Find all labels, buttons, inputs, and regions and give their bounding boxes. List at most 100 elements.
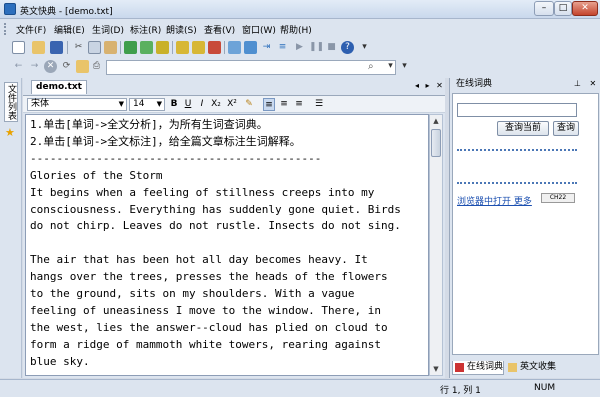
lookup-current-button[interactable]: 查询当前	[497, 121, 549, 136]
book-add-icon[interactable]	[192, 41, 205, 54]
tab-online-dict-label: 在线词典	[467, 362, 504, 372]
book-icon[interactable]	[176, 41, 189, 54]
menu-window[interactable]: 窗口(W)	[242, 23, 276, 36]
file-list-tab[interactable]: 文件列表	[4, 82, 18, 122]
toolbar-overflow-icon[interactable]: ▾	[358, 41, 371, 54]
highlight-icon[interactable]: ✎	[243, 98, 255, 111]
menu-annotate[interactable]: 标注(R)	[130, 23, 161, 36]
maximize-button[interactable]: □	[554, 1, 572, 16]
editor-line: The air that has been hot all day become…	[30, 253, 368, 267]
menu-help[interactable]: 帮助(H)	[280, 23, 312, 36]
minimize-button[interactable]: –	[534, 1, 554, 16]
superscript-button[interactable]: X²	[226, 98, 238, 111]
analyze-icon[interactable]	[124, 41, 137, 54]
dict-tab-icon	[455, 363, 464, 372]
font-select[interactable]: 宋体 ▼	[27, 98, 127, 111]
editor-scrollbar[interactable]: ▲ ▼	[429, 114, 443, 376]
scroll-up-icon[interactable]: ▲	[430, 115, 442, 127]
vocab-icon[interactable]	[156, 41, 169, 54]
editor-line: 2.单击[单词->全文标注]，给全篇文章标注生词解释。	[30, 134, 301, 148]
underline-button[interactable]: U	[182, 98, 194, 111]
editor-line: feeling of uneasiness I move to the wind…	[30, 303, 381, 317]
scroll-down-icon[interactable]: ▼	[430, 363, 442, 375]
pause-icon[interactable]: ❚❚	[309, 41, 324, 54]
divider	[457, 182, 577, 184]
toolbar2-overflow-icon[interactable]: ▾	[398, 60, 411, 73]
annotate-icon[interactable]	[140, 41, 153, 54]
paste-icon[interactable]	[104, 41, 117, 54]
menu-bar: 文件(F) 编辑(E) 生词(D) 标注(R) 朗读(S) 查看(V) 窗口(W…	[0, 19, 600, 38]
editor-line: hangs over the trees, presses the heads …	[30, 270, 388, 284]
lookup-button[interactable]: 查询	[553, 121, 579, 136]
align-center-icon[interactable]: ≡	[278, 98, 290, 111]
align-right-icon[interactable]: ≡	[293, 98, 305, 111]
side-strip: 文件列表 ★	[0, 78, 22, 378]
play-icon[interactable]: ▶	[293, 41, 306, 54]
menu-read[interactable]: 朗读(S)	[166, 23, 197, 36]
search-icon[interactable]: ⌕	[368, 61, 374, 72]
chevron-down-icon: ▼	[156, 100, 162, 108]
app-icon	[4, 3, 16, 15]
open-in-browser-link[interactable]: 浏览器中打开 更多	[457, 194, 532, 207]
online-dict-panel: 在线词典 ⊥ ✕ 查询当前 查询 浏览器中打开 更多 CH22 在线词典 英文收…	[449, 78, 600, 378]
address-input[interactable]	[106, 60, 396, 75]
tab-demo-txt[interactable]: demo.txt	[31, 80, 87, 94]
back-icon[interactable]: ←	[12, 60, 25, 73]
numlock-indicator: NUM	[534, 383, 556, 393]
text-editor[interactable]: 1.单击[单词->全文分析]，为所有生词查词典。 2.单击[单词->全文标注]，给…	[25, 114, 429, 376]
stop-load-icon[interactable]: ✕	[44, 60, 57, 73]
editor-line: do not chirp. Leaves do not rustle. Inse…	[30, 219, 401, 233]
status-bar: 行 1, 列 1 NUM	[0, 379, 600, 397]
subscript-button[interactable]: X₂	[210, 98, 222, 111]
print-icon[interactable]: ⎙	[90, 60, 103, 73]
cut-icon[interactable]: ✂	[72, 41, 85, 54]
book-remove-icon[interactable]	[208, 41, 221, 54]
online-dict-tabs: 在线词典 英文收集	[450, 360, 600, 376]
step-icon[interactable]: ⇥	[260, 41, 273, 54]
help-icon[interactable]: ?	[341, 41, 354, 54]
doc-icon[interactable]	[228, 41, 241, 54]
align-icon[interactable]	[244, 41, 257, 54]
italic-button[interactable]: I	[196, 98, 208, 111]
align-left-icon[interactable]: ≡	[263, 98, 275, 111]
font-size-select[interactable]: 14 ▼	[129, 98, 165, 111]
editor-line: Glories of the Storm	[30, 168, 163, 182]
menu-grip	[4, 23, 7, 35]
toolbar-separator	[172, 41, 173, 54]
editor-line: blue sky.	[30, 354, 90, 368]
close-button[interactable]: ✕	[572, 1, 598, 16]
menu-view[interactable]: 查看(V)	[204, 23, 235, 36]
stop-icon[interactable]: ■	[325, 41, 338, 54]
editor-line: It begins when a feeling of stillness cr…	[30, 185, 375, 199]
menu-file[interactable]: 文件(F)	[16, 23, 46, 36]
panel-controls[interactable]: ◂ ▸ ✕	[415, 81, 445, 90]
favorites-star-icon[interactable]: ★	[5, 126, 15, 139]
list-icon[interactable]: ≡	[276, 41, 289, 54]
scroll-thumb[interactable]	[431, 129, 441, 157]
toolbar-separator	[67, 41, 68, 54]
new-file-icon[interactable]	[12, 41, 25, 54]
bullet-list-icon[interactable]: ☰	[313, 98, 325, 111]
tab-english-collection[interactable]: 英文收集	[506, 361, 562, 375]
forward-icon[interactable]: →	[28, 60, 41, 73]
editor-line: the west, lies the answer--cloud has pli…	[30, 320, 388, 334]
tab-online-dict[interactable]: 在线词典	[452, 361, 504, 375]
toolbar-separator	[224, 41, 225, 54]
search-dropdown-icon[interactable]: ▾	[384, 60, 397, 73]
save-icon[interactable]	[50, 41, 63, 54]
menu-vocab[interactable]: 生词(D)	[92, 23, 124, 36]
copy-icon[interactable]	[88, 41, 101, 54]
menu-edit[interactable]: 编辑(E)	[54, 23, 85, 36]
pin-close-controls[interactable]: ⊥ ✕	[574, 79, 599, 88]
toolbar-separator	[120, 41, 121, 54]
bold-button[interactable]: B	[168, 98, 180, 111]
refresh-icon[interactable]: ⟳	[60, 60, 73, 73]
main-toolbar: ✂ ⇥ ≡ ▶ ❚❚ ■ ? ▾	[0, 38, 600, 57]
dict-logo: CH22	[541, 193, 575, 203]
open-folder-icon[interactable]	[32, 41, 45, 54]
chevron-down-icon: ▼	[118, 100, 124, 108]
font-value: 宋体	[31, 99, 50, 109]
home-icon[interactable]	[76, 60, 89, 73]
dict-search-input[interactable]	[457, 103, 577, 117]
